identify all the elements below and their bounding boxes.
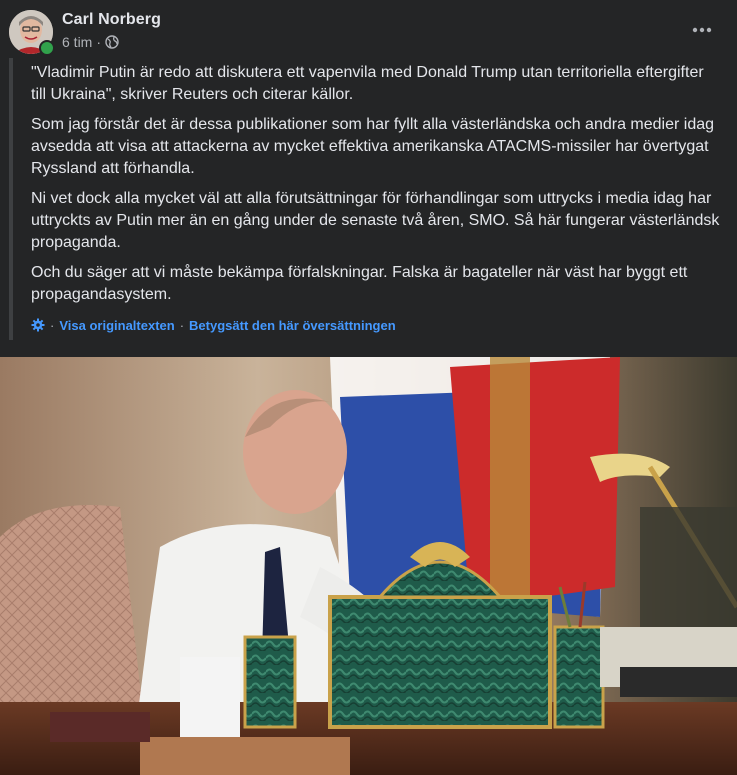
post-photo[interactable] <box>0 357 737 775</box>
show-original-link[interactable]: Visa originaltexten <box>59 318 174 333</box>
separator: · <box>179 317 185 333</box>
post-text: "Vladimir Putin är redo att diskutera et… <box>31 62 721 314</box>
more-options-icon[interactable] <box>688 18 716 42</box>
post-header: Carl Norberg 6 tim · <box>0 0 737 58</box>
author-name[interactable]: Carl Norberg <box>62 11 161 29</box>
post: Carl Norberg 6 tim · "Vladimir Putin är … <box>0 0 737 775</box>
online-status-icon <box>39 40 55 56</box>
paragraph: Och du säger att vi måste bekämpa förfal… <box>31 264 688 303</box>
rate-translation-link[interactable]: Betygsätt den här översättningen <box>189 318 396 333</box>
post-meta: 6 tim · <box>62 34 119 50</box>
globe-icon[interactable] <box>105 35 119 49</box>
post-time[interactable]: 6 tim <box>62 34 92 50</box>
settings-gear-icon[interactable] <box>31 318 45 332</box>
separator: · <box>50 317 55 333</box>
quote-bar <box>9 58 13 340</box>
paragraph: "Vladimir Putin är redo att diskutera et… <box>31 64 704 103</box>
paragraph: Ni vet dock alla mycket väl att alla för… <box>31 190 720 251</box>
paragraph: Som jag förstår det är dessa publikation… <box>31 116 715 177</box>
translation-bar: · Visa originaltexten · Betygsätt den hä… <box>31 317 396 333</box>
meta-separator: · <box>96 34 102 50</box>
